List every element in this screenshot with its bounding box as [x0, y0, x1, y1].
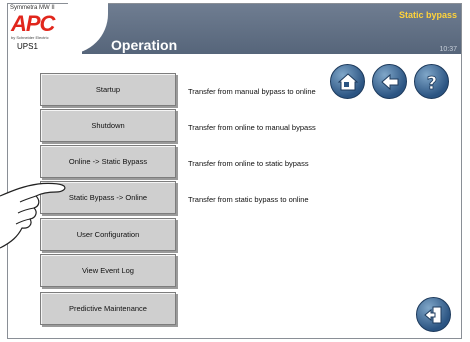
brand-subtitle: by Schneider Electric — [11, 35, 49, 40]
clock: 10:37 — [439, 46, 457, 53]
home-button[interactable] — [330, 64, 365, 99]
shutdown-description: Transfer from online to manual bypass — [188, 123, 316, 132]
home-icon — [337, 72, 358, 90]
device-id: UPS1 — [17, 42, 38, 51]
online-to-static-bypass-button[interactable]: Online -> Static Bypass — [40, 145, 176, 178]
apc-logo: APC — [11, 11, 55, 36]
help-icon: ? — [426, 72, 437, 93]
exit-door-icon — [423, 306, 441, 323]
page-title: Operation — [111, 37, 178, 53]
startup-button[interactable]: Startup — [40, 73, 176, 106]
startup-description: Transfer from manual bypass to online — [188, 87, 316, 96]
back-arrow-icon — [380, 73, 398, 90]
help-button[interactable]: ? — [414, 64, 449, 99]
header-bar: Symmetra MW II APC by Schneider Electric… — [8, 0, 461, 54]
svg-text:?: ? — [426, 73, 436, 93]
online-to-static-bypass-description: Transfer from online to static bypass — [188, 159, 309, 168]
predictive-maintenance-button[interactable]: Predictive Maintenance — [40, 292, 176, 325]
static-bypass-to-online-description: Transfer from static bypass to online — [188, 195, 309, 204]
exit-button[interactable] — [416, 297, 451, 332]
header-curve — [68, 0, 108, 54]
shutdown-button[interactable]: Shutdown — [40, 109, 176, 142]
back-button[interactable] — [372, 64, 407, 99]
pointing-hand-illustration — [0, 182, 66, 249]
status-indicator: Static bypass — [398, 10, 457, 20]
ups-display-screen: Symmetra MW II APC by Schneider Electric… — [7, 0, 462, 339]
